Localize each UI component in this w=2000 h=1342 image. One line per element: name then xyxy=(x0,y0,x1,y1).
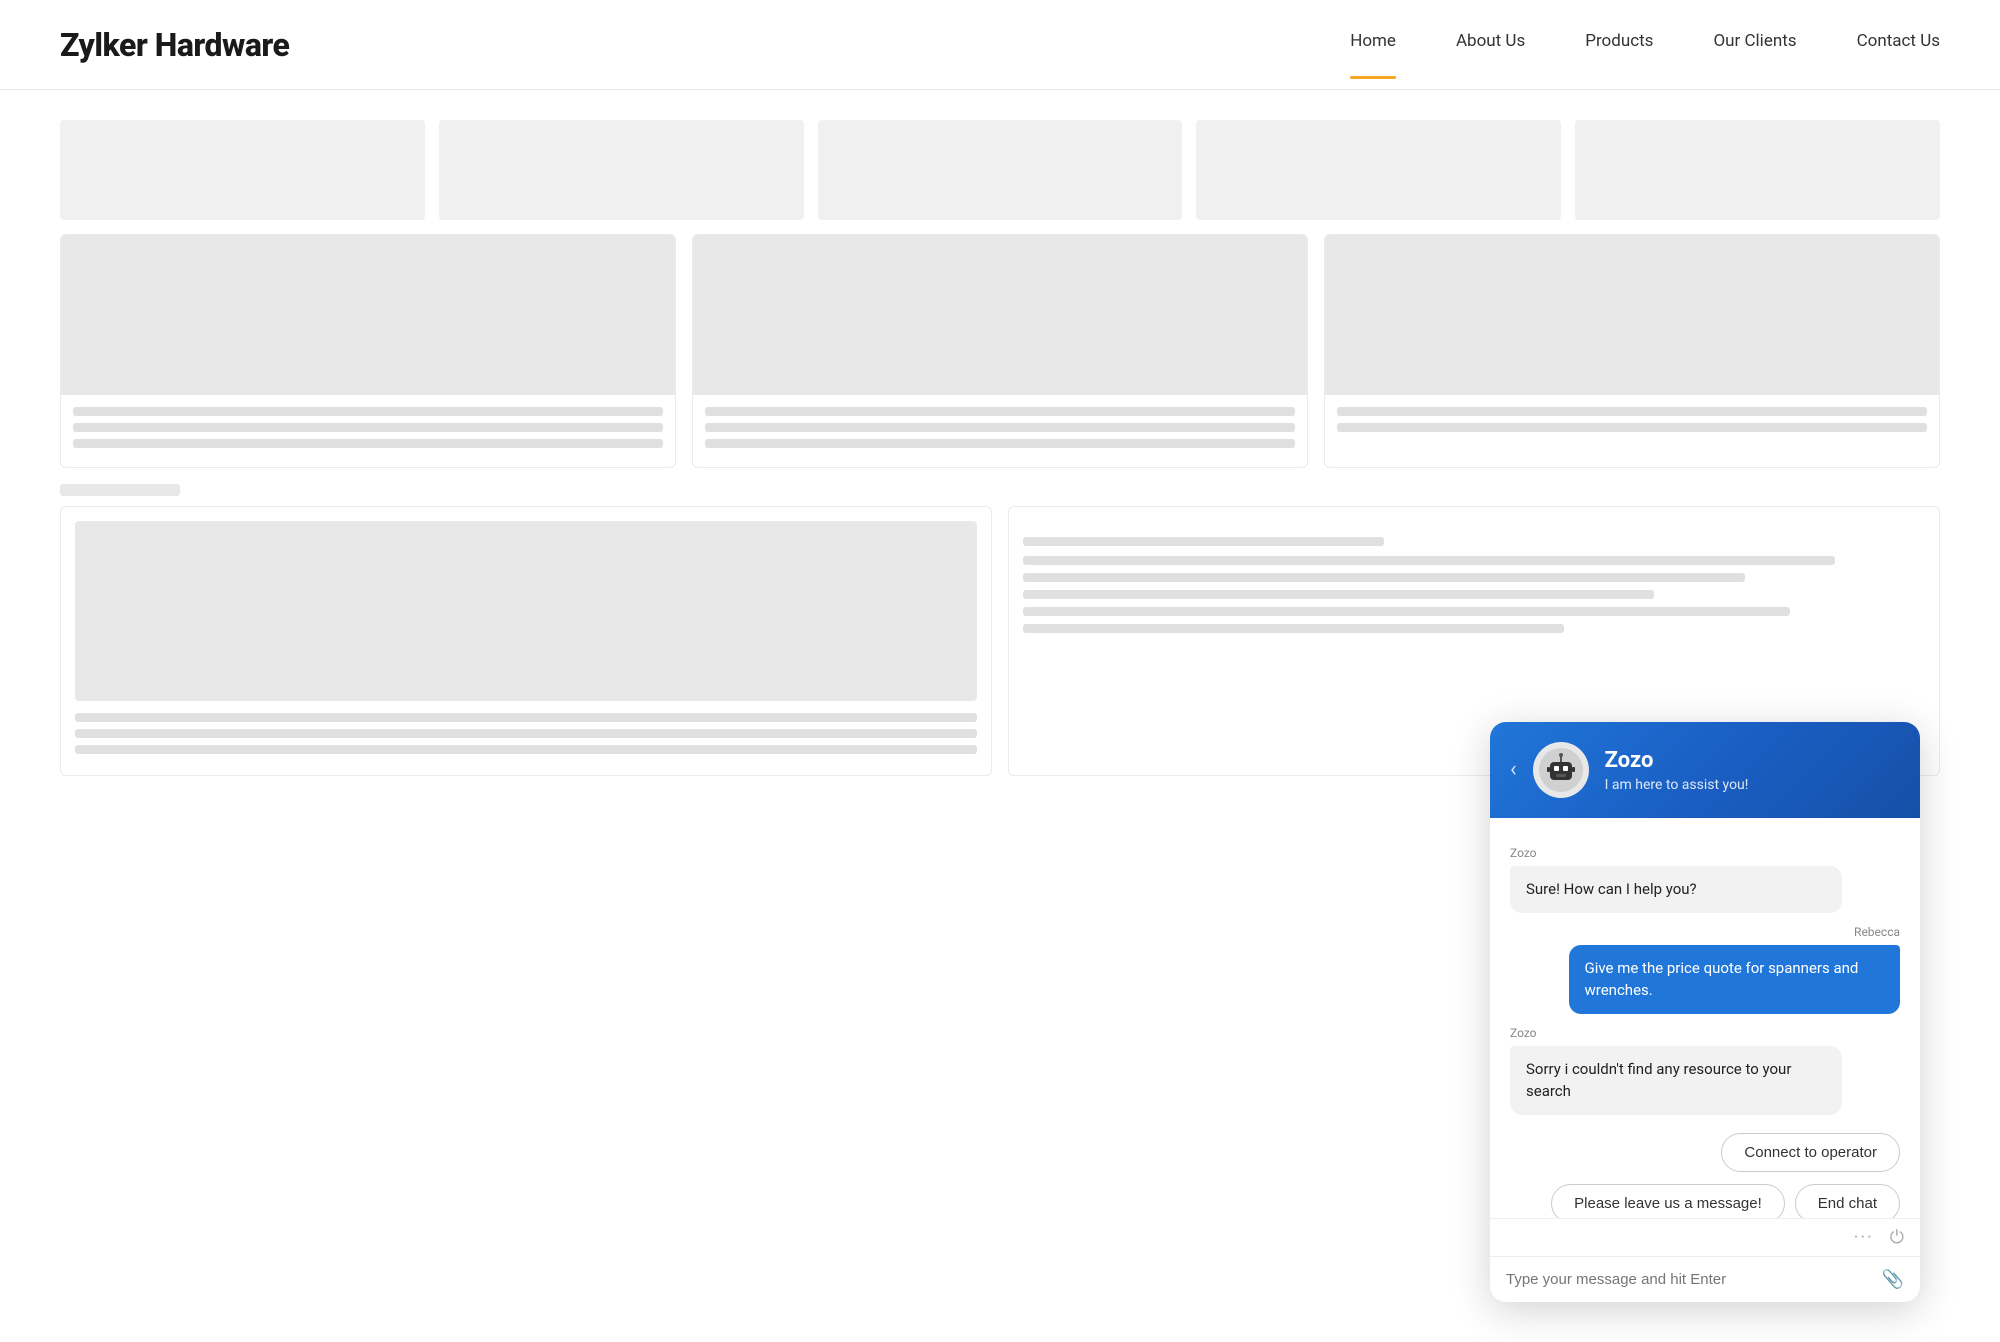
bot-message-1: Sure! How can I help you? xyxy=(1510,866,1842,913)
chatbot-subtitle: I am here to assist you! xyxy=(1605,777,1900,793)
logo: Zylker Hardware xyxy=(60,26,289,64)
chatbot-name: Zozo xyxy=(1605,748,1900,773)
footer-dots-icon[interactable]: ··· xyxy=(1854,1227,1874,1248)
chatbot-widget: ‹ Zozo I am here to assist you! xyxy=(1490,722,1920,1302)
connect-to-operator-button[interactable]: Connect to operator xyxy=(1721,1133,1900,1172)
chatbot-back-button[interactable]: ‹ xyxy=(1510,759,1517,781)
chatbot-message-input[interactable] xyxy=(1506,1271,1872,1288)
header: Zylker Hardware Home About Us Products O… xyxy=(0,0,2000,90)
action-buttons: Connect to operator Please leave us a me… xyxy=(1510,1133,1900,1219)
card-2-body xyxy=(693,395,1307,467)
nav-about[interactable]: About Us xyxy=(1456,31,1525,59)
chatbot-body: Zozo Sure! How can I help you? Rebecca G… xyxy=(1490,818,1920,1218)
card-1 xyxy=(60,234,676,468)
skeleton-block-5 xyxy=(1575,120,1940,220)
card-3-image xyxy=(1325,235,1939,395)
nav-clients[interactable]: Our Clients xyxy=(1713,31,1796,59)
card-2-image xyxy=(693,235,1307,395)
bot-sender-label-2: Zozo xyxy=(1510,1026,1900,1040)
chatbot-footer-bar: ··· ⏻ xyxy=(1490,1218,1920,1256)
user-message-wrap: Rebecca Give me the price quote for span… xyxy=(1510,913,1900,1014)
card-1-image xyxy=(61,235,675,395)
chatbot-input-row: 📎 xyxy=(1490,1256,1920,1302)
action-buttons-row: Please leave us a message! End chat xyxy=(1551,1184,1900,1219)
attachment-icon[interactable]: 📎 xyxy=(1882,1269,1904,1290)
nav-contact[interactable]: Contact Us xyxy=(1857,31,1940,59)
wide-card-1 xyxy=(60,506,992,776)
skeleton-block-4 xyxy=(1196,120,1561,220)
skeleton-top-row xyxy=(60,120,1940,220)
power-icon[interactable]: ⏻ xyxy=(1890,1227,1904,1248)
bot-message-2: Sorry i couldn't find any resource to yo… xyxy=(1510,1046,1842,1115)
nav: Home About Us Products Our Clients Conta… xyxy=(1350,31,1940,59)
section-header-skeleton xyxy=(60,484,1940,496)
nav-products[interactable]: Products xyxy=(1585,31,1653,59)
wide-card-1-img xyxy=(75,521,977,701)
chatbot-avatar xyxy=(1533,742,1589,798)
end-chat-button[interactable]: End chat xyxy=(1795,1184,1900,1219)
bot-sender-label-1: Zozo xyxy=(1510,846,1900,860)
main-content xyxy=(0,90,2000,822)
card-3-body xyxy=(1325,395,1939,451)
chatbot-header: ‹ Zozo I am here to assist you! xyxy=(1490,722,1920,818)
card-2 xyxy=(692,234,1308,468)
chatbot-info: Zozo I am here to assist you! xyxy=(1605,748,1900,793)
card-3 xyxy=(1324,234,1940,468)
leave-message-button[interactable]: Please leave us a message! xyxy=(1551,1184,1785,1219)
skeleton-block-3 xyxy=(818,120,1183,220)
skeleton-block-2 xyxy=(439,120,804,220)
user-message-1: Give me the price quote for spanners and… xyxy=(1569,945,1901,1014)
skeleton-block-1 xyxy=(60,120,425,220)
card-1-body xyxy=(61,395,675,467)
robot-avatar-icon xyxy=(1539,748,1583,792)
nav-home[interactable]: Home xyxy=(1350,31,1396,59)
user-sender-label: Rebecca xyxy=(1854,925,1900,939)
card-row-1 xyxy=(60,234,1940,468)
